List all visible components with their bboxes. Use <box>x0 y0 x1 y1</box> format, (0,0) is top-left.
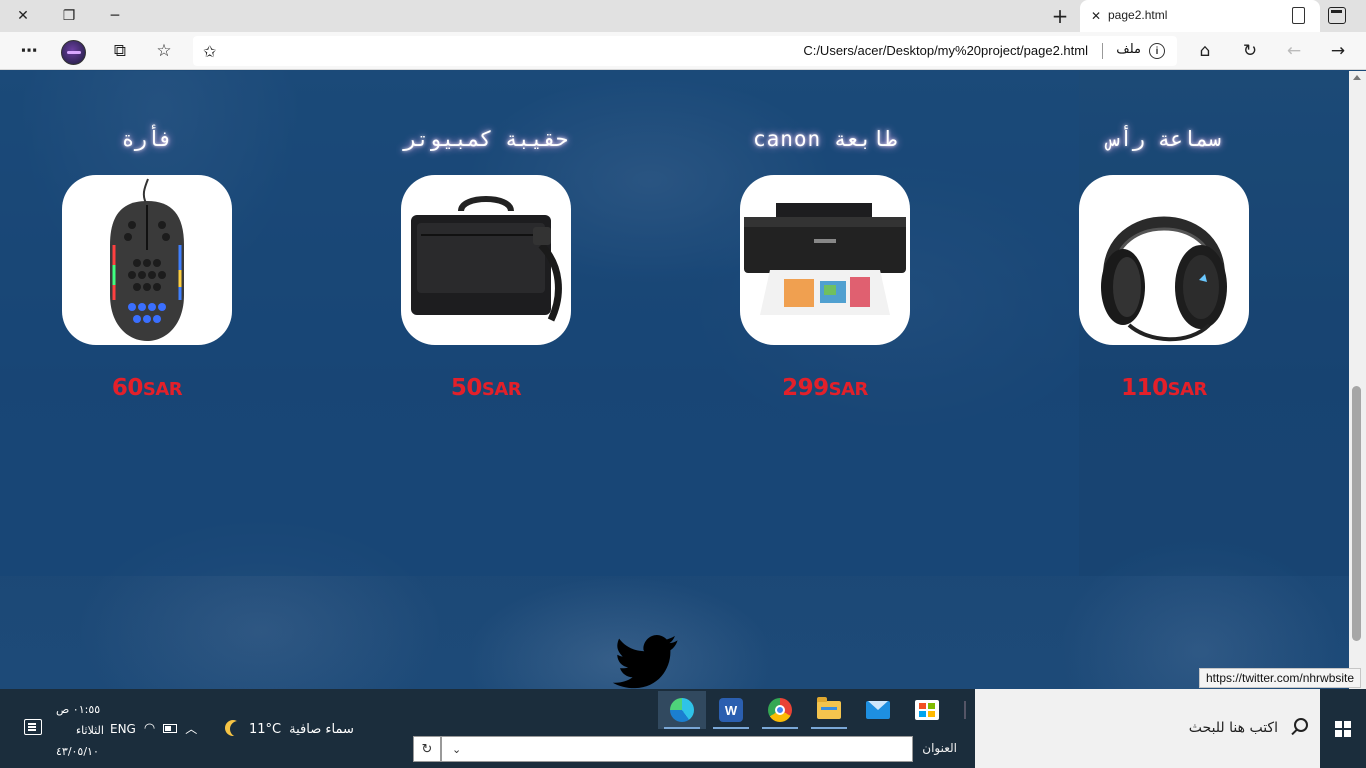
show-hidden-icons-icon[interactable]: ︿ <box>185 720 197 737</box>
taskbar-divider <box>964 701 966 719</box>
tab-title: page2.html <box>1108 8 1168 22</box>
windows-logo-icon <box>1335 720 1351 737</box>
temperature: 11°C <box>249 721 282 737</box>
running-indicator <box>762 727 798 729</box>
site-info-icon[interactable]: i <box>1149 43 1165 59</box>
taskbar-app-file-explorer[interactable] <box>805 691 853 729</box>
chrome-icon <box>768 698 792 722</box>
taskbar-app-word[interactable]: W <box>707 691 755 729</box>
refresh-icon[interactable]: ↻ <box>1236 37 1264 65</box>
page-scrollbar[interactable] <box>1349 71 1366 689</box>
new-tab-button[interactable]: + <box>1046 4 1074 28</box>
file-protocol-label: ملف <box>1116 42 1141 57</box>
running-indicator <box>811 727 847 729</box>
add-favorite-icon[interactable]: ✩ <box>203 42 216 61</box>
product-price: 299SAR <box>782 375 868 401</box>
forward-icon[interactable]: ← <box>1280 37 1308 65</box>
go-icon[interactable]: ↻ <box>413 736 441 762</box>
address-label: العنوان <box>922 741 957 755</box>
product-card-mouse: فأرة 60SAR <box>22 71 272 471</box>
notifications-icon[interactable] <box>24 719 42 735</box>
product-title: فأرة <box>121 127 173 151</box>
scrollbar-thumb[interactable] <box>1352 386 1361 641</box>
scroll-up-icon[interactable] <box>1353 75 1361 80</box>
close-window-icon[interactable]: ✕ <box>0 0 46 32</box>
taskbar-address-input[interactable]: ⌄ <box>441 736 913 762</box>
clock-date: ٤٣/٠٥/١٠ <box>56 745 99 758</box>
word-icon: W <box>719 698 743 722</box>
address-separator <box>1102 43 1103 59</box>
weather-text: سماء صافية <box>289 721 354 737</box>
collections-icon[interactable]: ⧉ <box>106 37 134 65</box>
battery-icon[interactable] <box>163 724 178 733</box>
browser-toolbar: ⋯ ⧉ ☆ ✩ C:/Users/acer/Desktop/my%20proje… <box>0 32 1366 70</box>
product-image-printer[interactable] <box>740 175 910 345</box>
browser-title-bar: ✕ ❐ ─ + ✕ page2.html <box>0 0 1366 32</box>
product-image-bag[interactable] <box>401 175 571 345</box>
product-title: حقيبة كمبيوتر <box>403 127 569 151</box>
favorites-icon[interactable]: ☆ <box>150 37 178 65</box>
product-image-mouse[interactable] <box>62 175 232 345</box>
taskbar-address-toolbar: ↻ ⌄ العنوان <box>413 735 973 765</box>
edge-icon <box>670 698 694 722</box>
close-tab-icon[interactable]: ✕ <box>1088 8 1104 24</box>
product-price: 110SAR <box>1121 375 1207 401</box>
link-status-bar: https://twitter.com/nhrwbsite <box>1199 668 1362 688</box>
wifi-icon[interactable]: ◠ <box>144 721 155 736</box>
twitter-icon[interactable] <box>612 635 678 689</box>
taskbar-app-store[interactable] <box>903 691 951 729</box>
chevron-down-icon[interactable]: ⌄ <box>452 743 461 756</box>
product-title: طابعة canon <box>752 127 898 151</box>
page-viewport: فأرة 60SAR حقيبة كمبيوتر 50SAR طابعة can… <box>0 71 1349 689</box>
back-icon[interactable]: → <box>1324 37 1352 65</box>
page-icon <box>1292 7 1305 24</box>
minimize-window-icon[interactable]: ─ <box>92 0 138 32</box>
windows-taskbar: ٠١:٥٥ ص الثلاثاء ٤٣/٠٥/١٠ ENG ◠ ︿ 11°C س… <box>0 689 1366 768</box>
taskbar-app-chrome[interactable] <box>756 691 804 729</box>
more-options-icon[interactable]: ⋯ <box>15 37 43 65</box>
product-price: 50SAR <box>450 375 522 401</box>
tab-actions-icon[interactable] <box>1328 7 1346 24</box>
profile-avatar[interactable] <box>61 40 86 65</box>
language-indicator[interactable]: ENG <box>110 722 136 736</box>
browser-tab[interactable]: ✕ page2.html <box>1080 0 1320 32</box>
search-icon <box>1294 718 1308 732</box>
active-indicator <box>664 727 700 729</box>
store-icon <box>915 700 939 720</box>
mail-icon <box>866 701 890 719</box>
product-price: 60SAR <box>111 375 183 401</box>
product-card-bag: حقيبة كمبيوتر 50SAR <box>361 71 611 471</box>
address-bar[interactable]: ✩ C:/Users/acer/Desktop/my%20project/pag… <box>193 36 1177 66</box>
product-card-printer: طابعة canon 299SAR <box>700 71 950 471</box>
taskbar-app-edge[interactable] <box>658 691 706 729</box>
taskbar-search-box[interactable]: اكتب هنا للبحث <box>975 689 1320 768</box>
start-button[interactable] <box>1320 689 1366 768</box>
taskbar-app-mail[interactable] <box>854 691 902 729</box>
system-tray: ENG ◠ ︿ <box>110 720 197 737</box>
clock[interactable]: ٠١:٥٥ ص الثلاثاء ٤٣/٠٥/١٠ <box>56 699 106 762</box>
address-url[interactable]: C:/Users/acer/Desktop/my%20project/page2… <box>803 43 1088 58</box>
product-image-headset[interactable] <box>1079 175 1249 345</box>
clock-time: ٠١:٥٥ ص <box>56 703 101 716</box>
restore-window-icon[interactable]: ❐ <box>46 0 92 32</box>
product-card-headset: سماعة رأس 110SAR <box>1039 71 1289 471</box>
product-title: سماعة رأس <box>1107 127 1221 151</box>
running-indicator <box>713 727 749 729</box>
home-icon[interactable]: ⌂ <box>1191 37 1219 65</box>
search-placeholder: اكتب هنا للبحث <box>1188 720 1278 736</box>
weather-widget[interactable]: 11°C سماء صافية <box>225 719 354 739</box>
folder-icon <box>817 697 841 719</box>
moon-icon <box>230 721 246 737</box>
